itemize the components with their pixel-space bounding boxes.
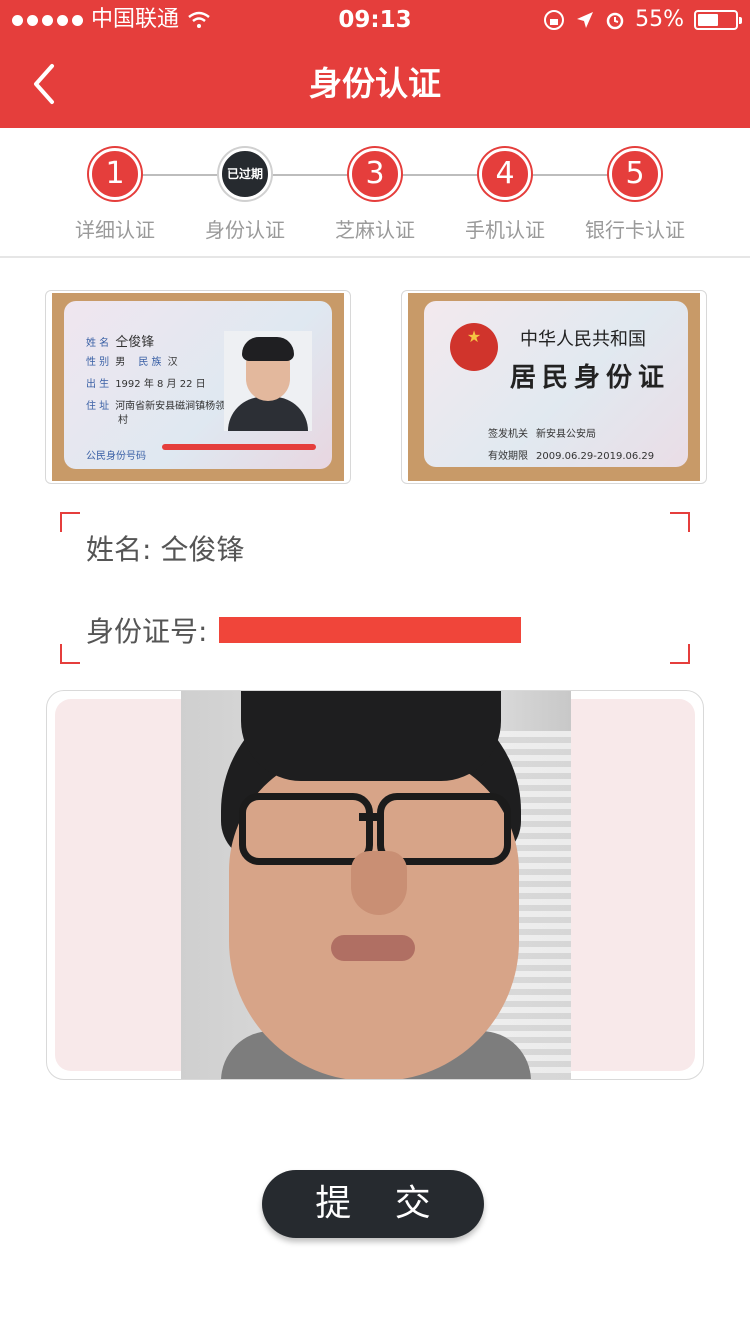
photo-nose	[351, 851, 407, 915]
id-portrait	[224, 331, 312, 431]
id-birth-value: 1992 年 8 月 22 日	[115, 379, 206, 390]
page-title: 身份认证	[309, 64, 441, 103]
step-number: 5	[609, 148, 661, 200]
photo-mouth	[331, 935, 415, 961]
step-number: 1	[89, 148, 141, 200]
card-photo-bg: 中华人民共和国 居民身份证 签发机关新安县公安局 有效期限 2009.06.29-…	[408, 293, 700, 481]
frame-corner	[60, 512, 80, 532]
id-info-panel: 姓名: 仝俊锋 身份证号:	[60, 512, 690, 664]
id-address-row: 住 址河南省新安县磁涧镇杨领	[86, 397, 225, 412]
id-ethnic-key: 民 族	[138, 357, 162, 368]
step-expired-badge: 已过期	[219, 148, 271, 200]
progress-steps: 1 详细认证 已过期 身份认证 3 芝麻认证 4 手机认证 5 银行卡认证	[0, 128, 750, 258]
id-valid-value: 2009.06.29-2019.06.29	[536, 451, 655, 462]
glasses-bridge	[359, 813, 383, 821]
id-name-value: 仝俊锋	[115, 335, 155, 350]
id-back-country: 中华人民共和国	[520, 329, 646, 350]
step-label: 银行卡认证	[585, 218, 685, 242]
id-number-line: 身份证号:	[86, 610, 522, 650]
battery-fill	[698, 14, 718, 26]
id-address-row-2: 村	[118, 411, 128, 426]
card-photo-bg: 姓 名仝俊锋 性 别男 民 族汉 出 生 1992 年 8 月 22 日 住 址河…	[52, 293, 344, 481]
id-valid-key: 有效期限	[488, 451, 528, 462]
glasses-lens-left	[239, 793, 373, 865]
id-name-key: 姓 名	[86, 338, 110, 349]
step-number: 3	[349, 148, 401, 200]
id-number-row: 公民身份号码	[86, 447, 152, 462]
portrait-hair	[242, 337, 294, 361]
face-photo-box[interactable]	[46, 690, 704, 1080]
frame-corner	[60, 644, 80, 664]
step-bank-card[interactable]: 5 银行卡认证	[555, 148, 715, 243]
battery-percent: 55%	[635, 7, 684, 32]
id-back-image[interactable]: 中华人民共和国 居民身份证 签发机关新安县公安局 有效期限 2009.06.29-…	[401, 290, 707, 484]
frame-corner	[670, 644, 690, 664]
id-sex-key: 性 别	[86, 357, 110, 368]
battery-icon	[694, 10, 742, 30]
id-number-label: 身份证号:	[86, 615, 208, 648]
step-number: 4	[479, 148, 531, 200]
photo-fringe	[241, 691, 501, 781]
id-birth-key: 出 生	[86, 379, 110, 390]
frame-corner	[670, 512, 690, 532]
name-text: 姓名: 仝俊锋	[86, 533, 245, 566]
face-photo	[181, 691, 571, 1079]
id-number-key: 公民身份号码	[86, 451, 146, 462]
submit-button[interactable]: 提 交	[262, 1170, 484, 1238]
id-authority-row: 签发机关 新安县公安局	[488, 425, 596, 440]
id-birth-row: 出 生 1992 年 8 月 22 日	[86, 375, 206, 390]
id-valid-row: 有效期限 2009.06.29-2019.06.29	[488, 447, 654, 462]
redaction-mark	[162, 444, 316, 450]
status-right: 55%	[543, 0, 742, 40]
alarm-icon	[606, 12, 624, 30]
id-card-front: 姓 名仝俊锋 性 别男 民 族汉 出 生 1992 年 8 月 22 日 住 址河…	[64, 301, 332, 469]
portrait-shoulders	[228, 397, 308, 431]
id-address-value: 河南省新安县磁涧镇杨领	[115, 401, 226, 412]
header-bar: 中国联通 09:13 55% 身份认证	[0, 0, 750, 128]
id-address-key: 住 址	[86, 401, 110, 412]
id-front-image[interactable]: 姓 名仝俊锋 性 别男 民 族汉 出 生 1992 年 8 月 22 日 住 址河…	[45, 290, 351, 484]
id-authority-value: 新安县公安局	[536, 429, 596, 440]
status-bar: 中国联通 09:13 55%	[0, 0, 750, 40]
id-name-row: 姓 名仝俊锋	[86, 331, 154, 350]
id-number-redaction	[219, 617, 522, 643]
id-address-value-2: 村	[118, 415, 128, 426]
id-authority-key: 签发机关	[488, 429, 528, 440]
nav-bar: 身份认证	[0, 40, 750, 128]
id-sex-value: 男	[115, 357, 126, 368]
national-emblem-icon	[450, 323, 498, 371]
id-sex-row: 性 别男 民 族汉	[86, 353, 178, 368]
location-icon	[577, 12, 594, 28]
id-back-title: 居民身份证	[510, 363, 671, 393]
id-card-back: 中华人民共和国 居民身份证 签发机关新安县公安局 有效期限 2009.06.29-…	[424, 301, 688, 467]
rotation-lock-icon	[544, 10, 565, 30]
id-ethnic-value: 汉	[167, 357, 178, 368]
